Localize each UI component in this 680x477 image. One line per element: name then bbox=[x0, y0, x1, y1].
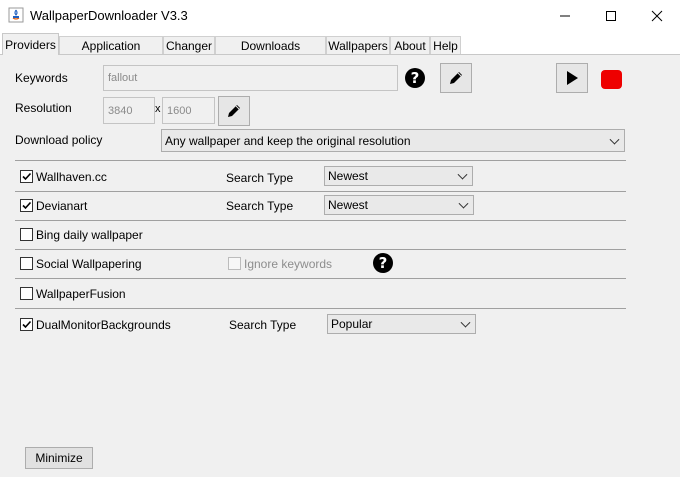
tab-help[interactable]: Help bbox=[430, 36, 461, 54]
resolution-width-field[interactable]: 3840 bbox=[103, 97, 155, 124]
edit-keywords-button[interactable] bbox=[440, 63, 472, 93]
title-bar: WallpaperDownloader V3.3 bbox=[0, 0, 680, 31]
resolution-separator: x bbox=[155, 103, 161, 115]
bing-label: Bing daily wallpaper bbox=[36, 228, 143, 242]
social-wallpapering-checkbox[interactable] bbox=[20, 257, 33, 270]
checkmark-icon bbox=[22, 201, 32, 210]
tab-about[interactable]: About bbox=[390, 36, 430, 54]
divider bbox=[15, 308, 626, 309]
edit-resolution-button[interactable] bbox=[218, 96, 250, 126]
play-icon bbox=[567, 71, 578, 85]
bing-checkbox[interactable] bbox=[20, 228, 33, 241]
keywords-help-icon[interactable]: ? bbox=[405, 68, 425, 88]
minimize-window-button[interactable] bbox=[542, 0, 588, 31]
minimize-icon bbox=[560, 15, 570, 16]
devianart-checkbox[interactable] bbox=[20, 199, 33, 212]
chevron-down-icon bbox=[458, 198, 469, 209]
window-title: WallpaperDownloader V3.3 bbox=[30, 8, 188, 23]
checkmark-icon bbox=[22, 320, 32, 329]
tab-strip: Providers Application Settings Changer D… bbox=[0, 33, 680, 71]
dualmonitor-label: DualMonitorBackgrounds bbox=[36, 318, 171, 332]
tab-providers[interactable]: Providers bbox=[2, 33, 59, 55]
tab-application-settings[interactable]: Application Settings bbox=[59, 36, 163, 71]
social-help-icon[interactable]: ? bbox=[373, 253, 393, 273]
dualmonitor-search-type-select[interactable]: Popular bbox=[327, 314, 476, 334]
resolution-height-field[interactable]: 1600 bbox=[162, 97, 215, 124]
wallhaven-search-type-select[interactable]: Newest bbox=[324, 166, 473, 186]
devianart-label: Devianart bbox=[36, 199, 88, 213]
divider bbox=[15, 160, 626, 161]
java-app-icon bbox=[8, 7, 24, 23]
start-button[interactable] bbox=[556, 63, 588, 93]
resolution-height-value: 1600 bbox=[167, 104, 192, 117]
chevron-down-icon bbox=[460, 317, 471, 328]
wallhaven-label: Wallhaven.cc bbox=[36, 170, 107, 184]
minimize-button[interactable]: Minimize bbox=[25, 447, 93, 469]
chevron-down-icon bbox=[457, 169, 468, 180]
dualmonitor-search-type-label: Search Type bbox=[229, 318, 297, 332]
wallhaven-search-type-label: Search Type bbox=[226, 171, 294, 185]
tab-changer[interactable]: Changer bbox=[163, 36, 215, 54]
social-wallpapering-label: Social Wallpapering bbox=[36, 257, 142, 271]
divider bbox=[15, 278, 626, 279]
keywords-label: Keywords bbox=[15, 71, 68, 85]
download-policy-label: Download policy bbox=[15, 133, 103, 147]
maximize-icon bbox=[606, 10, 616, 21]
pencil-icon bbox=[228, 105, 240, 117]
wallpaperfusion-checkbox[interactable] bbox=[20, 287, 33, 300]
divider bbox=[15, 191, 626, 192]
close-icon bbox=[651, 10, 663, 21]
wallhaven-checkbox[interactable] bbox=[20, 170, 33, 183]
dualmonitor-search-type-value: Popular bbox=[331, 317, 373, 331]
dualmonitor-checkbox[interactable] bbox=[20, 318, 33, 331]
download-policy-select[interactable]: Any wallpaper and keep the original reso… bbox=[161, 129, 625, 152]
ignore-keywords-checkbox[interactable] bbox=[228, 257, 241, 270]
keywords-value: fallout bbox=[108, 72, 138, 84]
devianart-search-type-label: Search Type bbox=[226, 199, 294, 213]
tab-downloads-directory[interactable]: Downloads Directory bbox=[215, 36, 326, 71]
tab-wallpapers[interactable]: Wallpapers bbox=[326, 36, 390, 54]
ignore-keywords-label: Ignore keywords bbox=[244, 257, 333, 271]
resolution-label: Resolution bbox=[15, 101, 72, 115]
close-window-button[interactable] bbox=[634, 0, 680, 31]
divider bbox=[15, 220, 626, 221]
devianart-search-type-value: Newest bbox=[328, 198, 369, 212]
devianart-search-type-select[interactable]: Newest bbox=[324, 195, 474, 215]
divider bbox=[15, 249, 626, 250]
checkmark-icon bbox=[22, 172, 32, 181]
maximize-window-button[interactable] bbox=[588, 0, 634, 31]
pencil-icon bbox=[450, 72, 462, 84]
chevron-down-icon bbox=[609, 134, 620, 145]
keywords-field[interactable]: fallout bbox=[103, 65, 398, 91]
stop-button[interactable] bbox=[601, 70, 622, 89]
wallpaperfusion-label: WallpaperFusion bbox=[36, 287, 126, 301]
resolution-width-value: 3840 bbox=[108, 104, 133, 117]
download-policy-value: Any wallpaper and keep the original reso… bbox=[165, 133, 411, 148]
wallhaven-search-type-value: Newest bbox=[328, 169, 369, 183]
